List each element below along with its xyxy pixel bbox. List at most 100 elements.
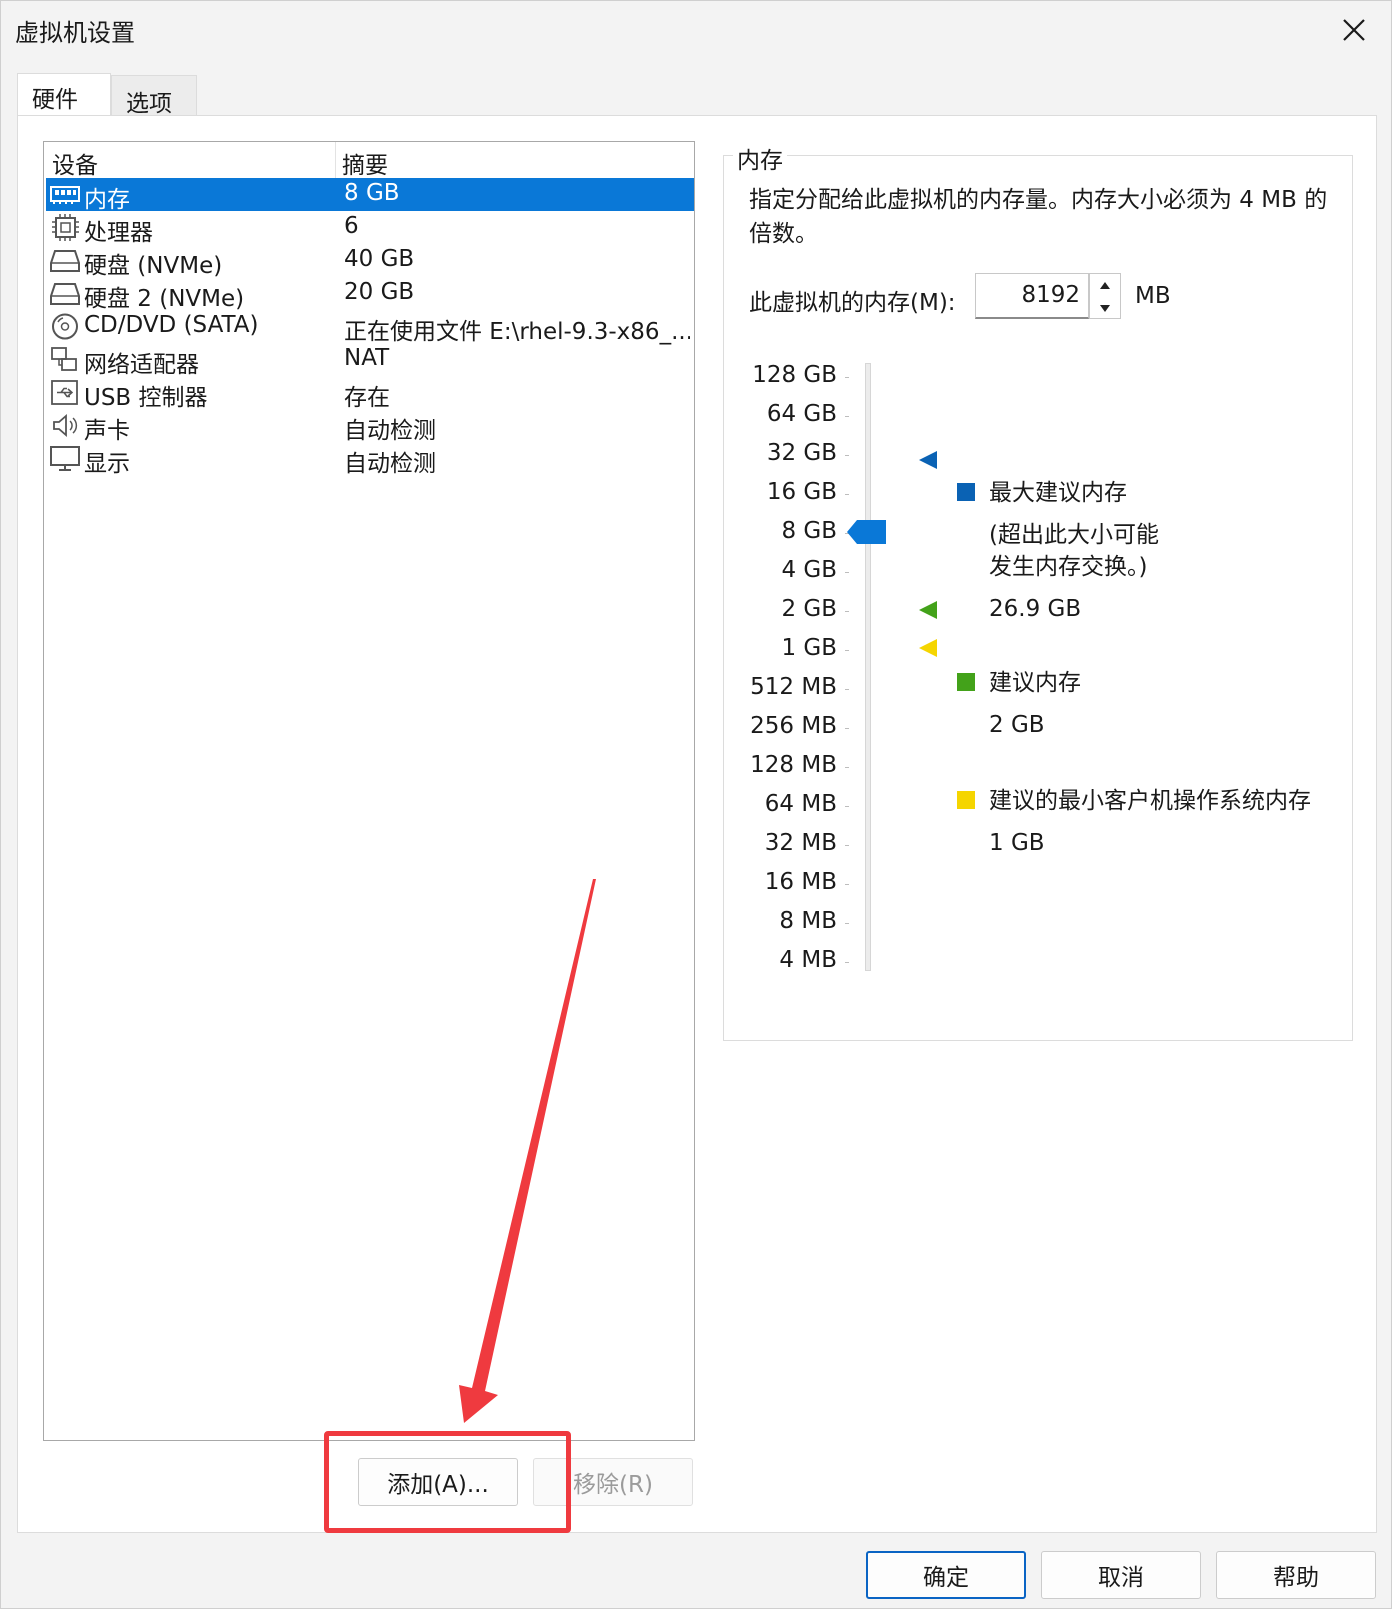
memory-group-title: 内存 [733, 141, 787, 175]
scale-label: 8 MB [779, 908, 837, 934]
min-legend-title: 建议的最小客户机操作系统内存 [989, 788, 1311, 814]
device-row-sound[interactable]: 声卡 自动检测 [46, 409, 694, 444]
chevron-down-icon [1100, 304, 1110, 312]
device-name: 声卡 [84, 418, 130, 444]
memory-slider-thumb[interactable] [847, 519, 887, 545]
scale-tick [845, 884, 849, 885]
scale-label: 32 MB [764, 830, 837, 856]
scale-label: 64 GB [766, 401, 837, 427]
rec-legend-value: 2 GB [989, 712, 1045, 738]
memory-input[interactable]: 8192 [975, 273, 1089, 319]
step-up-button[interactable] [1090, 274, 1120, 296]
max-legend-note: 发生内存交换。) [989, 554, 1148, 580]
device-name: 处理器 [84, 220, 153, 246]
max-recommended-marker [919, 451, 937, 469]
scale-tick [845, 572, 849, 573]
column-separator[interactable] [335, 142, 336, 178]
scale-label: 2 GB [781, 596, 837, 622]
cancel-button[interactable]: 取消 [1041, 1551, 1201, 1599]
window-title: 虚拟机设置 [15, 19, 135, 47]
annotation-highlight-box [324, 1431, 571, 1533]
list-header: 设备 摘要 [44, 142, 694, 180]
close-icon [1343, 19, 1365, 41]
step-down-button[interactable] [1090, 297, 1120, 319]
recommended-marker [919, 601, 937, 619]
device-row-display[interactable]: 显示 自动检测 [46, 442, 694, 477]
device-row-harddisk[interactable]: 硬盘 (NVMe) 40 GB [46, 244, 694, 279]
scale-tick [845, 650, 849, 651]
tab-options[interactable]: 选项 [111, 75, 197, 117]
min-recommended-marker [919, 639, 937, 657]
ok-button[interactable]: 确定 [866, 1551, 1026, 1599]
max-legend-value: 26.9 GB [989, 596, 1082, 622]
memory-stepper[interactable] [1089, 273, 1121, 319]
scale-label: 256 MB [750, 713, 837, 739]
device-name: 显示 [84, 451, 130, 477]
scale-label: 4 GB [781, 557, 837, 583]
usb-icon [51, 380, 78, 405]
device-row-cpu[interactable]: 处理器 6 [46, 211, 694, 246]
scale-tick [845, 611, 849, 612]
cd-icon [52, 313, 78, 340]
scale-tick [845, 923, 849, 924]
scale-label: 128 MB [750, 752, 837, 778]
device-summary: 正在使用文件 E:\rhel-9.3-x86_... [344, 319, 690, 345]
scale-tick [845, 377, 849, 378]
chevron-up-icon [1100, 281, 1110, 289]
scale-label: 16 MB [764, 869, 837, 895]
rec-legend-title: 建议内存 [989, 670, 1081, 696]
scale-label: 16 GB [766, 479, 837, 505]
scale-tick [845, 845, 849, 846]
scale-label: 8 GB [781, 518, 837, 544]
device-name: 网络适配器 [84, 352, 199, 378]
rec-legend-swatch [957, 673, 975, 691]
device-summary: 40 GB [344, 246, 415, 272]
device-row-harddisk-2[interactable]: 硬盘 2 (NVMe) 20 GB [46, 277, 694, 312]
scale-label: 64 MB [764, 791, 837, 817]
min-legend-value: 1 GB [989, 830, 1045, 856]
scale-label: 4 MB [779, 947, 837, 973]
close-button[interactable] [1331, 7, 1377, 53]
device-row-usb[interactable]: USB 控制器 存在 [46, 376, 694, 411]
device-summary: 8 GB [344, 180, 400, 206]
device-row-cd-dvd[interactable]: CD/DVD (SATA) 正在使用文件 E:\rhel-9.3-x86_... [46, 310, 694, 345]
min-legend-swatch [957, 791, 975, 809]
scale-label: 32 GB [766, 440, 837, 466]
header-summary[interactable]: 摘要 [342, 146, 388, 180]
scale-tick [845, 416, 849, 417]
device-summary: 6 [344, 213, 359, 239]
title-bar: 虚拟机设置 [1, 1, 1391, 59]
device-summary: 自动检测 [344, 451, 436, 477]
scale-label: 128 GB [752, 362, 837, 388]
device-row-memory[interactable]: 内存 8 GB [46, 178, 694, 213]
scale-tick [845, 728, 849, 729]
device-summary: NAT [344, 345, 390, 371]
max-legend-note: (超出此大小可能 [989, 522, 1159, 548]
help-button[interactable]: 帮助 [1216, 1551, 1376, 1599]
device-name: 硬盘 2 (NVMe) [84, 286, 245, 312]
device-name: CD/DVD (SATA) [84, 312, 259, 338]
scale-label: 512 MB [750, 674, 837, 700]
scale-tick [845, 455, 849, 456]
header-device[interactable]: 设备 [52, 146, 98, 180]
scale-tick [845, 689, 849, 690]
max-legend-title: 最大建议内存 [989, 480, 1127, 506]
scale-tick [845, 767, 849, 768]
device-list[interactable]: 设备 摘要 内存 8 GB 处理器 6 硬盘 (NVMe) 40 GB 硬盘 2… [43, 141, 695, 1441]
harddisk-icon [50, 250, 80, 272]
cpu-icon [52, 214, 79, 241]
vm-settings-dialog: 虚拟机设置 硬件 选项 设备 摘要 内存 8 GB 处理器 6 硬盘 (NVMe… [0, 0, 1392, 1609]
tab-hardware[interactable]: 硬件 [17, 73, 111, 115]
scale-label: 1 GB [781, 635, 837, 661]
harddisk-icon [50, 283, 80, 305]
memory-icon [50, 186, 80, 204]
sound-icon [53, 414, 78, 437]
device-name: 内存 [84, 187, 130, 213]
memory-slider-track[interactable] [865, 363, 871, 971]
device-summary: 存在 [344, 385, 390, 411]
display-icon [50, 446, 80, 471]
device-row-network[interactable]: 网络适配器 NAT [46, 343, 694, 378]
device-name: 硬盘 (NVMe) [84, 253, 223, 279]
scale-tick [845, 962, 849, 963]
scale-tick [845, 806, 849, 807]
